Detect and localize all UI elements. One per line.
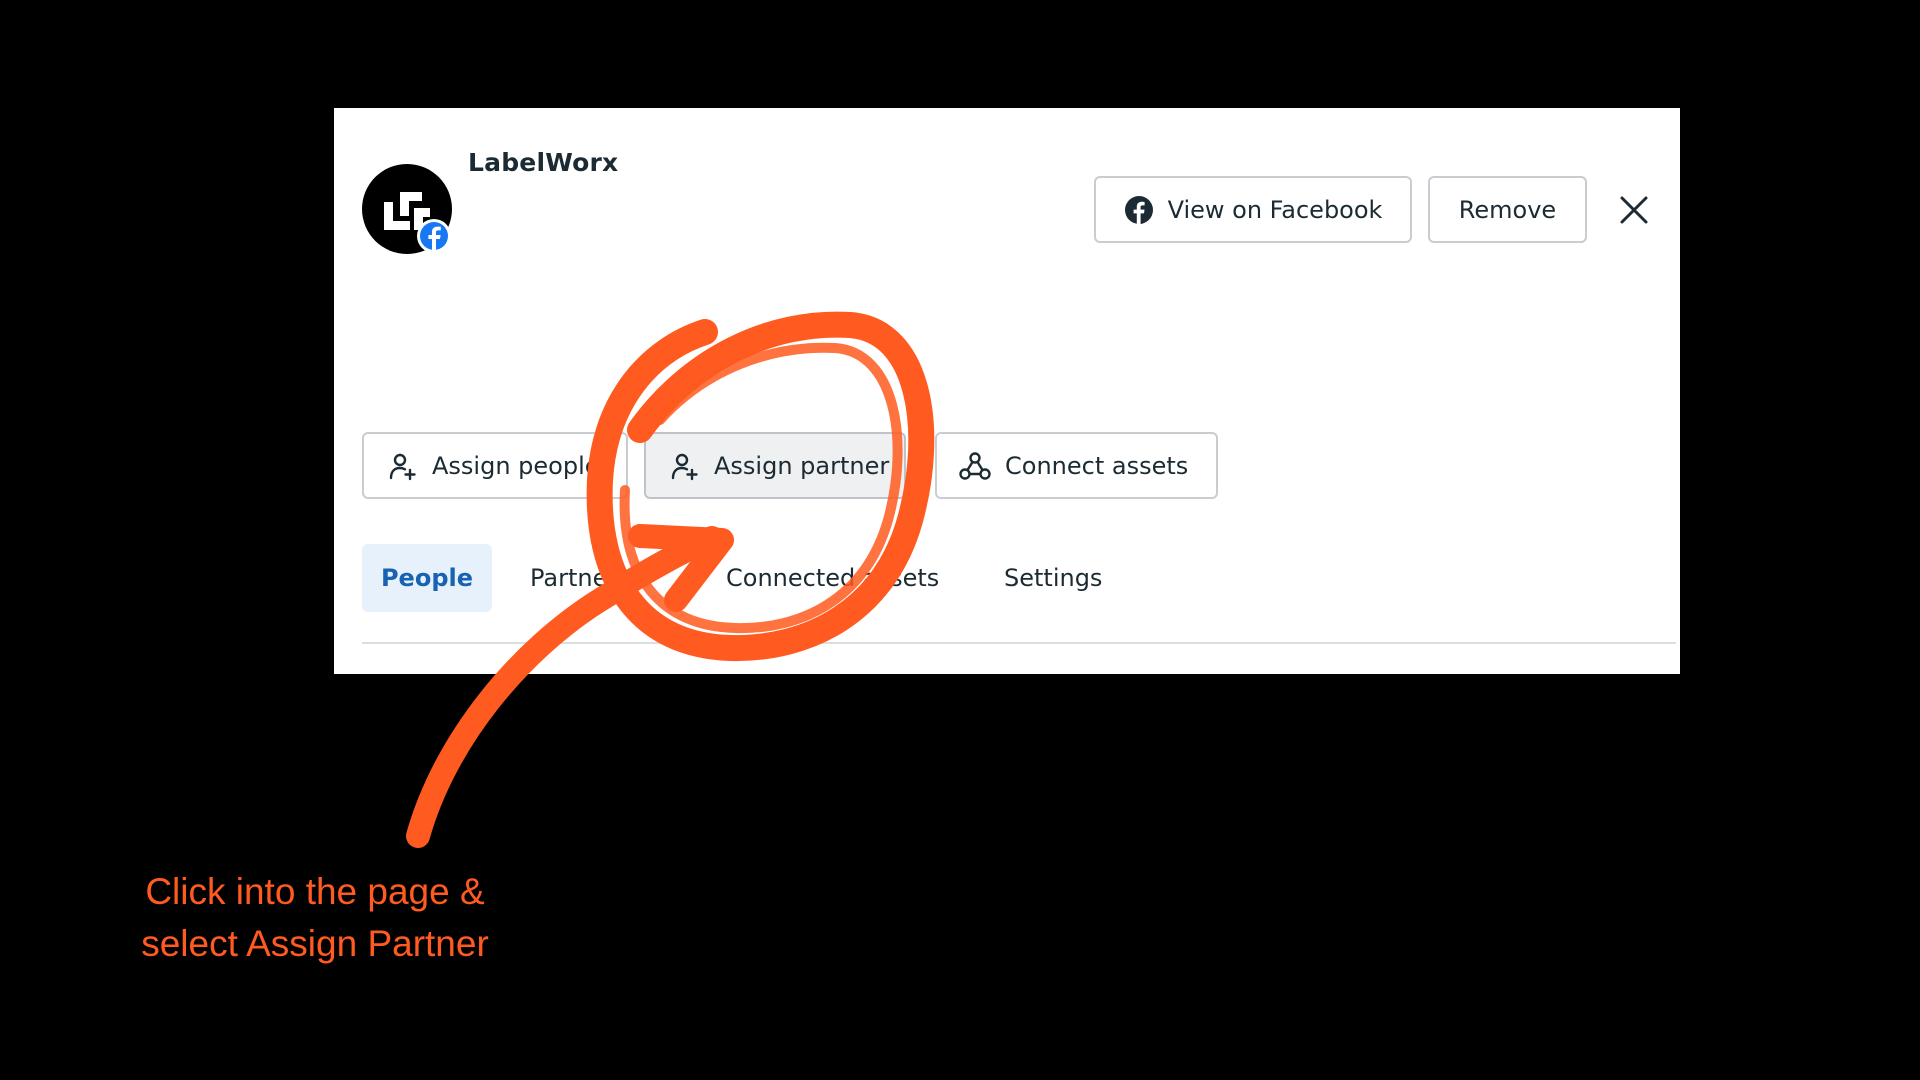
page-detail-panel: LabelWorx View on Facebook Remove Assign… xyxy=(334,108,1680,674)
view-on-facebook-button[interactable]: View on Facebook xyxy=(1094,176,1412,243)
view-on-facebook-label: View on Facebook xyxy=(1167,195,1383,224)
tab-bar: People Partners Connected assets Setting… xyxy=(362,544,1676,614)
tab-people[interactable]: People xyxy=(362,544,492,612)
remove-button[interactable]: Remove xyxy=(1428,176,1587,243)
page-avatar xyxy=(362,164,452,254)
assign-partner-label: Assign partner xyxy=(714,451,890,480)
tab-connected-assets[interactable]: Connected assets xyxy=(726,544,939,612)
annotation-line-2: select Assign Partner xyxy=(141,923,489,964)
assign-people-label: Assign people xyxy=(432,451,600,480)
page-title: LabelWorx xyxy=(468,148,619,177)
tab-settings[interactable]: Settings xyxy=(1004,544,1102,612)
person-add-icon xyxy=(389,453,416,480)
screenshot-stage: LabelWorx View on Facebook Remove Assign… xyxy=(0,0,1920,1080)
connect-nodes-icon xyxy=(959,451,991,480)
tab-partners[interactable]: Partners xyxy=(530,544,630,612)
person-add-icon xyxy=(671,453,698,480)
labelworx-logo-icon xyxy=(362,164,452,254)
tabs-divider xyxy=(362,642,1676,644)
connect-assets-button[interactable]: Connect assets xyxy=(935,432,1218,499)
assign-people-button[interactable]: Assign people xyxy=(362,432,628,499)
remove-label: Remove xyxy=(1458,195,1557,224)
connect-assets-label: Connect assets xyxy=(1005,451,1189,480)
facebook-icon xyxy=(1124,195,1153,224)
annotation-line-1: Click into the page & xyxy=(145,871,485,912)
close-button[interactable] xyxy=(1614,190,1654,230)
annotation-text: Click into the page & select Assign Part… xyxy=(100,866,530,970)
assign-partner-button[interactable]: Assign partner xyxy=(644,432,906,499)
facebook-badge-icon xyxy=(420,222,448,250)
close-icon xyxy=(1620,196,1648,224)
